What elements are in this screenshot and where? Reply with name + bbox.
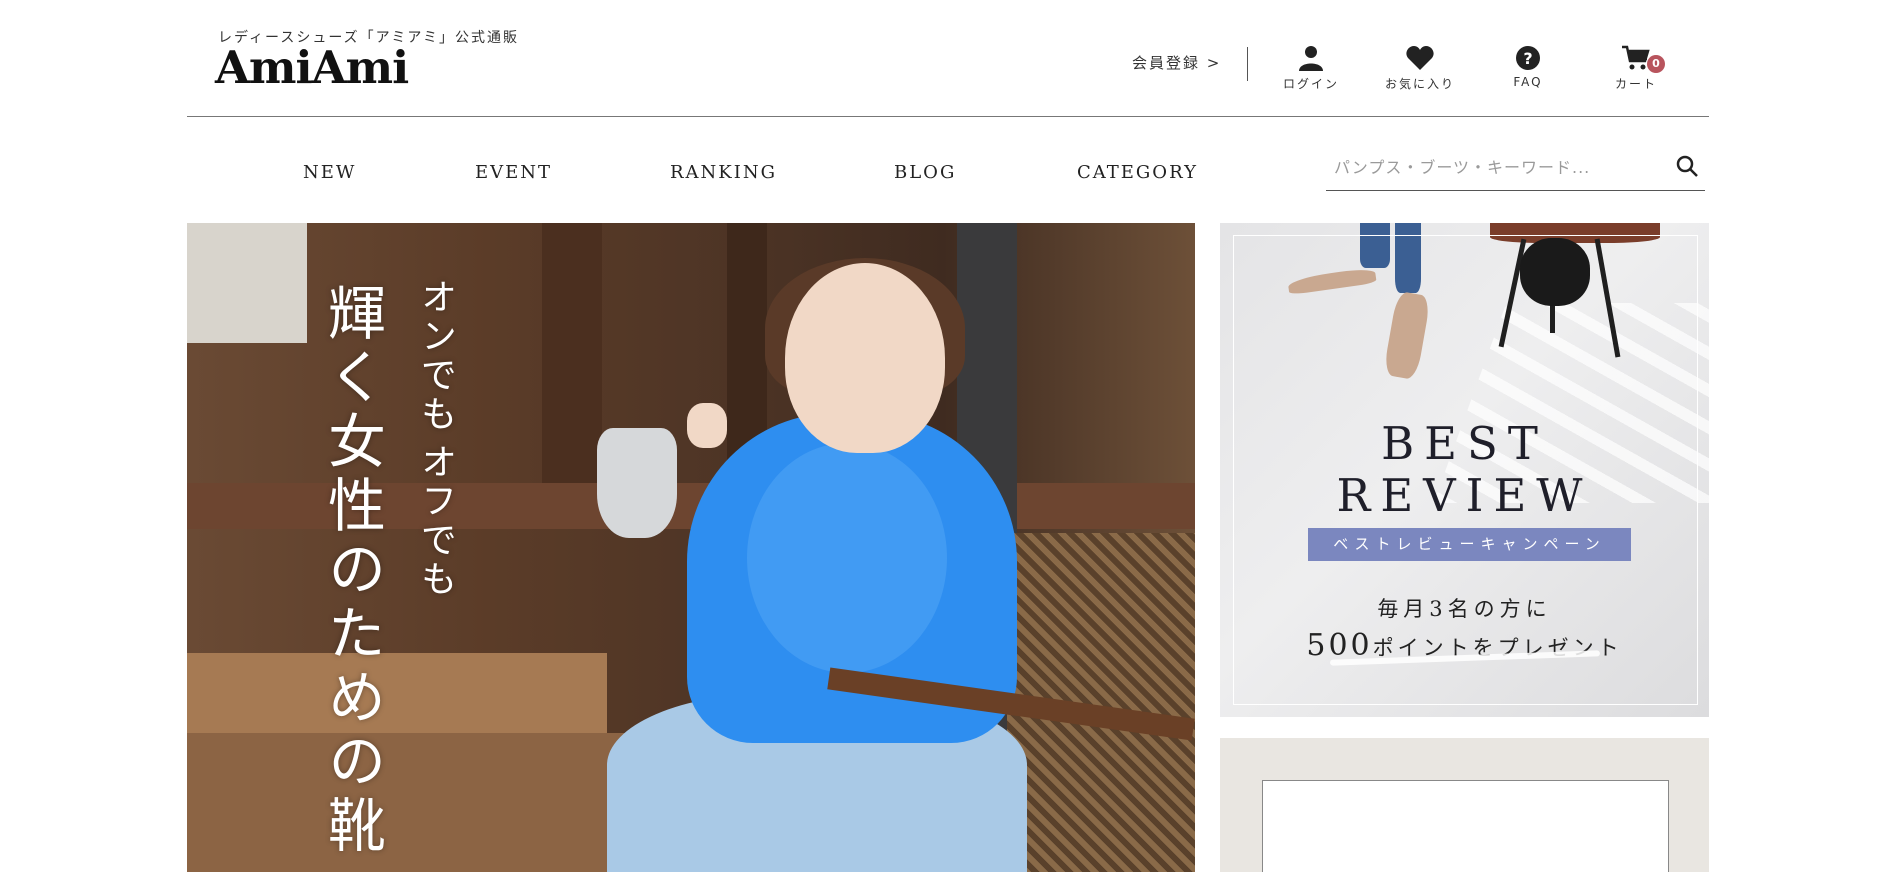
hero-subtext-off: オフでも [415, 443, 456, 599]
hero-banner[interactable]: 輝く女性のための靴 オンでも オフでも [187, 223, 1195, 872]
search-icon [1676, 155, 1698, 177]
header-divider [1247, 47, 1248, 81]
best-review-banner[interactable]: BEST REVIEW ベストレビューキャンペーン 毎月3名の方に 500ポイン… [1220, 223, 1709, 717]
favorites-button[interactable]: お気に入り [1375, 45, 1465, 92]
review-campaign-pill: ベストレビューキャンペーン [1308, 528, 1631, 561]
login-button[interactable]: ログイン [1266, 45, 1356, 92]
search-bar [1326, 146, 1705, 191]
login-label: ログイン [1282, 77, 1339, 91]
secondary-banner-card [1262, 780, 1669, 872]
hero-bg-wall [187, 223, 307, 343]
hero-bg-step [187, 653, 607, 733]
heart-icon [1406, 46, 1434, 70]
cart-icon [1622, 45, 1650, 70]
faq-label: FAQ [1513, 75, 1543, 89]
hero-model-bag [597, 428, 677, 538]
nav-blog[interactable]: BLOG [894, 162, 956, 183]
hero-bg-panel [542, 223, 602, 493]
hero-subtext-on: オンでも [415, 278, 456, 434]
hero-model-face [785, 263, 945, 453]
search-button[interactable] [1675, 154, 1699, 182]
review-title-line1: BEST [1381, 417, 1548, 470]
site-logo[interactable]: AmiAmi [215, 43, 409, 93]
cart-count-badge: 0 [1647, 55, 1665, 73]
hero-model-hand [687, 403, 727, 448]
hero-bg-step [187, 733, 657, 872]
cart-label: カート [1614, 77, 1657, 91]
nav-ranking[interactable]: RANKING [670, 162, 777, 183]
question-icon: ? [1516, 46, 1540, 70]
person-icon [1299, 46, 1323, 71]
search-input[interactable] [1332, 152, 1656, 182]
review-line1: 毎月3名の方に [1377, 597, 1552, 621]
review-title: BEST REVIEW [1220, 418, 1709, 522]
secondary-banner[interactable] [1220, 738, 1709, 872]
nav-category[interactable]: CATEGORY [1077, 162, 1198, 183]
review-title-line2: REVIEW [1336, 469, 1593, 522]
svg-text:?: ? [1523, 49, 1532, 68]
site-header: レディースシューズ「アミアミ」公式通販 AmiAmi 会員登録 > ログイン お… [187, 0, 1709, 117]
hero-model-sweater-highlight [747, 443, 947, 673]
cart-button[interactable]: 0 カート [1591, 45, 1681, 92]
register-link[interactable]: 会員登録 > [1132, 52, 1221, 73]
hero-headline: 輝く女性のための靴 [318, 283, 386, 859]
favorites-label: お気に入り [1384, 77, 1455, 91]
faq-button[interactable]: ? FAQ [1483, 45, 1573, 89]
nav-event[interactable]: EVENT [475, 162, 552, 183]
nav-new[interactable]: NEW [303, 162, 356, 183]
